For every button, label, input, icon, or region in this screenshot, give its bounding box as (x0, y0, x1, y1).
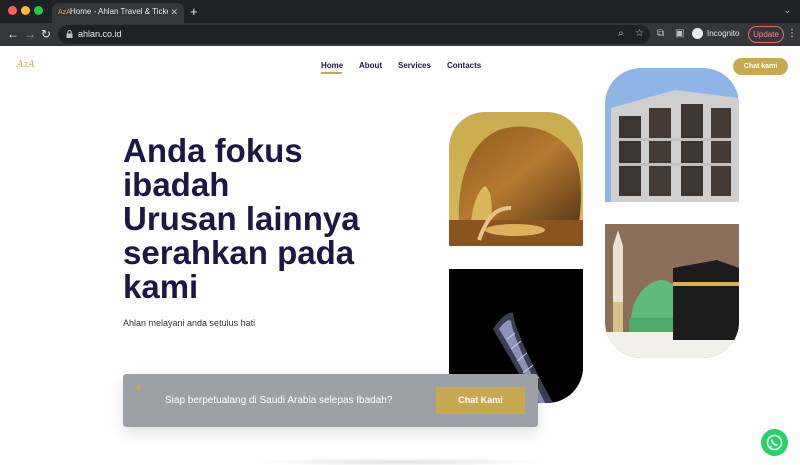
update-button[interactable]: Update (748, 26, 784, 43)
hero-subtitle: Ahlan melayani anda setulus hati (123, 318, 256, 328)
tab-search-icon[interactable]: ⌄ (783, 5, 791, 16)
minimize-window-icon[interactable] (21, 6, 30, 15)
site-logo[interactable]: AzA (17, 60, 35, 70)
url-text[interactable]: ahlan.co.id (78, 29, 122, 39)
kaaba-mosque-image (605, 224, 739, 358)
building-image (605, 68, 739, 202)
section-shadow (250, 458, 550, 465)
back-icon[interactable]: ← (7, 27, 19, 41)
browser-toolbar: ← → ↻ ahlan.co.id ⌕ ☆ ⧉ ▣ Incognito Upda… (0, 23, 800, 46)
nav-active-indicator (321, 72, 342, 74)
sidepanel-icon[interactable]: ▣ (675, 28, 684, 39)
maximize-window-icon[interactable] (34, 6, 43, 15)
headline-line: Urusan lainnya (123, 200, 360, 237)
elephant-rock-image (449, 112, 583, 246)
reload-icon[interactable]: ↻ (41, 27, 51, 41)
headline-line: kami (123, 268, 199, 305)
incognito-icon[interactable] (692, 28, 703, 39)
headline-line: serahkan pada (123, 234, 355, 271)
cta-chat-button[interactable]: Chat Kami (436, 387, 525, 414)
nav-services[interactable]: Services (398, 61, 431, 70)
forward-icon[interactable]: → (24, 27, 36, 41)
kebab-icon[interactable]: ⋮ (787, 28, 797, 39)
profile-label[interactable]: Incognito (707, 29, 739, 38)
tab-title: Home - Ahlan Travel & Tickets (70, 7, 168, 16)
headline-line: Anda fokus (123, 132, 303, 169)
headline-line: ibadah (123, 166, 230, 203)
extensions-icon[interactable]: ⧉ (657, 28, 664, 39)
close-window-icon[interactable] (8, 6, 17, 15)
close-tab-icon[interactable]: ✕ (170, 7, 178, 17)
nav-about[interactable]: About (359, 61, 382, 70)
cta-banner: Siap berpetualang di Saudi Arabia selepa… (123, 374, 538, 427)
address-bar[interactable]: ahlan.co.id ⌕ ☆ (58, 25, 650, 44)
lock-icon (66, 30, 73, 38)
cta-dot (136, 385, 141, 390)
new-tab-icon[interactable]: + (190, 5, 198, 18)
nav-home[interactable]: Home (321, 61, 343, 70)
browser-tab[interactable]: AzA Home - Ahlan Travel & Tickets ✕ (52, 3, 184, 23)
nav-contacts[interactable]: Contacts (447, 61, 481, 70)
cta-text: Siap berpetualang di Saudi Arabia selepa… (165, 395, 393, 406)
chat-kami-button[interactable]: Chat kami (733, 58, 788, 75)
search-icon[interactable]: ⌕ (618, 28, 624, 39)
star-icon[interactable]: ☆ (635, 28, 644, 39)
web-page: AzA Home About Services Contacts Chat ka… (0, 46, 800, 465)
favicon-icon: AzA (58, 9, 71, 16)
browser-tabbar: AzA Home - Ahlan Travel & Tickets ✕ + ⌄ (0, 0, 800, 23)
whatsapp-icon[interactable] (761, 429, 788, 456)
hero-headline: Anda fokus ibadah Urusan lainnya serahka… (123, 134, 433, 304)
